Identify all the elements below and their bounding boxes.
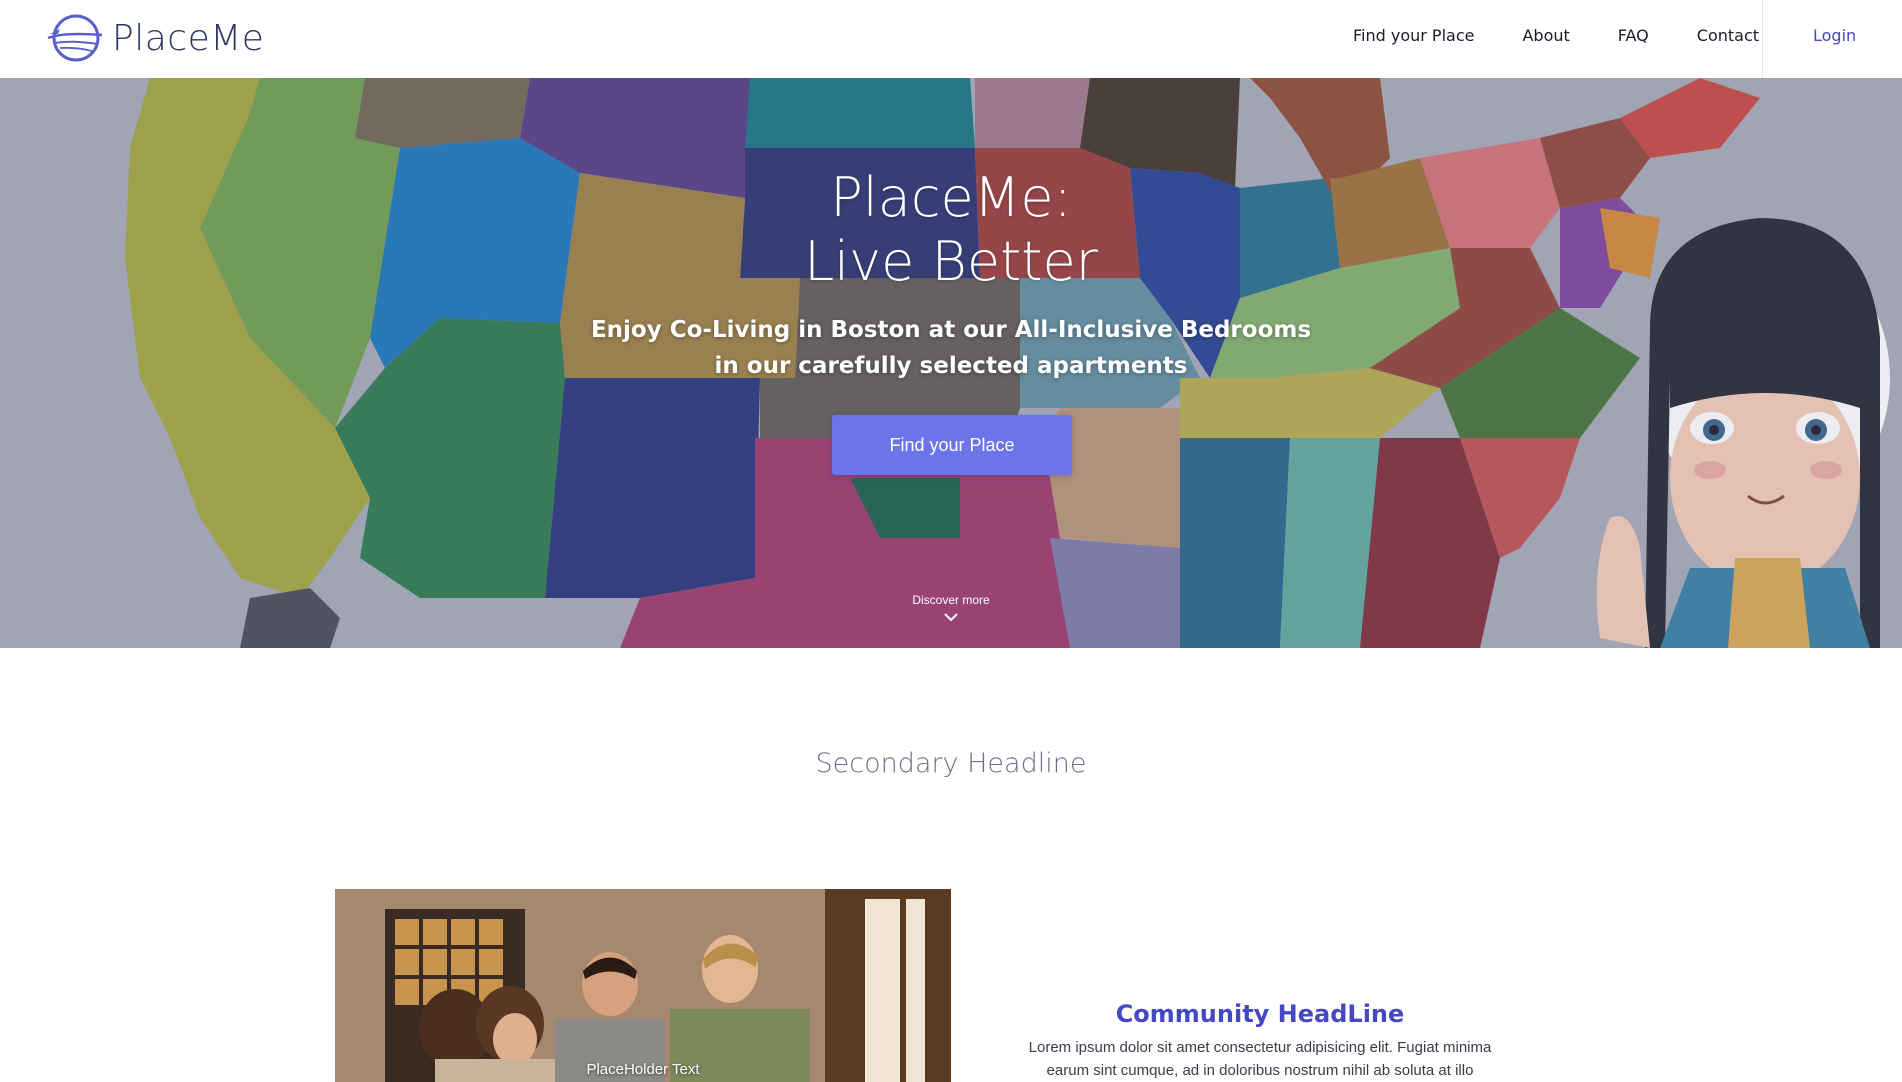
hero-subtitle-line1: Enjoy Co-Living in Boston at our All-Inc… xyxy=(590,317,1312,343)
photo-caption: PlaceHolder Text xyxy=(586,1061,700,1078)
site-header: PlaceMe Find your Place About FAQ Contac… xyxy=(0,0,1902,78)
discover-more-label: Discover more xyxy=(912,593,990,607)
nav-find-your-place[interactable]: Find your Place xyxy=(1353,26,1474,45)
hero-title: PlaceMe: Live Better xyxy=(0,166,1902,294)
find-your-place-button[interactable]: Find your Place xyxy=(832,415,1072,475)
nav-about[interactable]: About xyxy=(1522,26,1569,45)
community-text-line2: earum sint cumque, ad in doloribus nostr… xyxy=(1046,1062,1474,1079)
hero-subtitle: Enjoy Co-Living in Boston at our All-Inc… xyxy=(0,312,1902,384)
nav-faq[interactable]: FAQ xyxy=(1618,26,1649,45)
brand-logo-link[interactable]: PlaceMe xyxy=(46,12,264,64)
login-link[interactable]: Login xyxy=(1813,26,1856,45)
nav-divider xyxy=(1762,0,1763,78)
community-text-line1: Lorem ipsum dolor sit amet consectetur a… xyxy=(1028,1039,1492,1056)
people-photo-illustration xyxy=(335,889,951,1082)
discover-more-link[interactable]: Discover more xyxy=(851,593,1051,622)
community-photo: PlaceHolder Text xyxy=(335,889,951,1082)
secondary-headline: Secondary Headline xyxy=(815,748,1087,779)
nav-contact[interactable]: Contact xyxy=(1697,26,1759,45)
community-block: Community HeadLine Lorem ipsum dolor sit… xyxy=(1000,1000,1520,1082)
community-headline: Community HeadLine xyxy=(1115,1000,1405,1028)
hero-section: PlaceMe: Live Better Enjoy Co-Living in … xyxy=(0,78,1902,648)
brand-name: PlaceMe xyxy=(112,17,265,59)
hero-title-line2: Live Better xyxy=(804,230,1098,293)
community-text: Lorem ipsum dolor sit amet consectetur a… xyxy=(1000,1036,1520,1082)
main-nav: Find your Place About FAQ Contact xyxy=(1353,26,1807,45)
globe-plane-icon xyxy=(47,14,103,62)
hero-subtitle-line2: in our carefully selected apartments xyxy=(714,353,1188,379)
chevron-down-icon xyxy=(944,613,958,622)
hero-title-line1: PlaceMe: xyxy=(830,166,1072,229)
